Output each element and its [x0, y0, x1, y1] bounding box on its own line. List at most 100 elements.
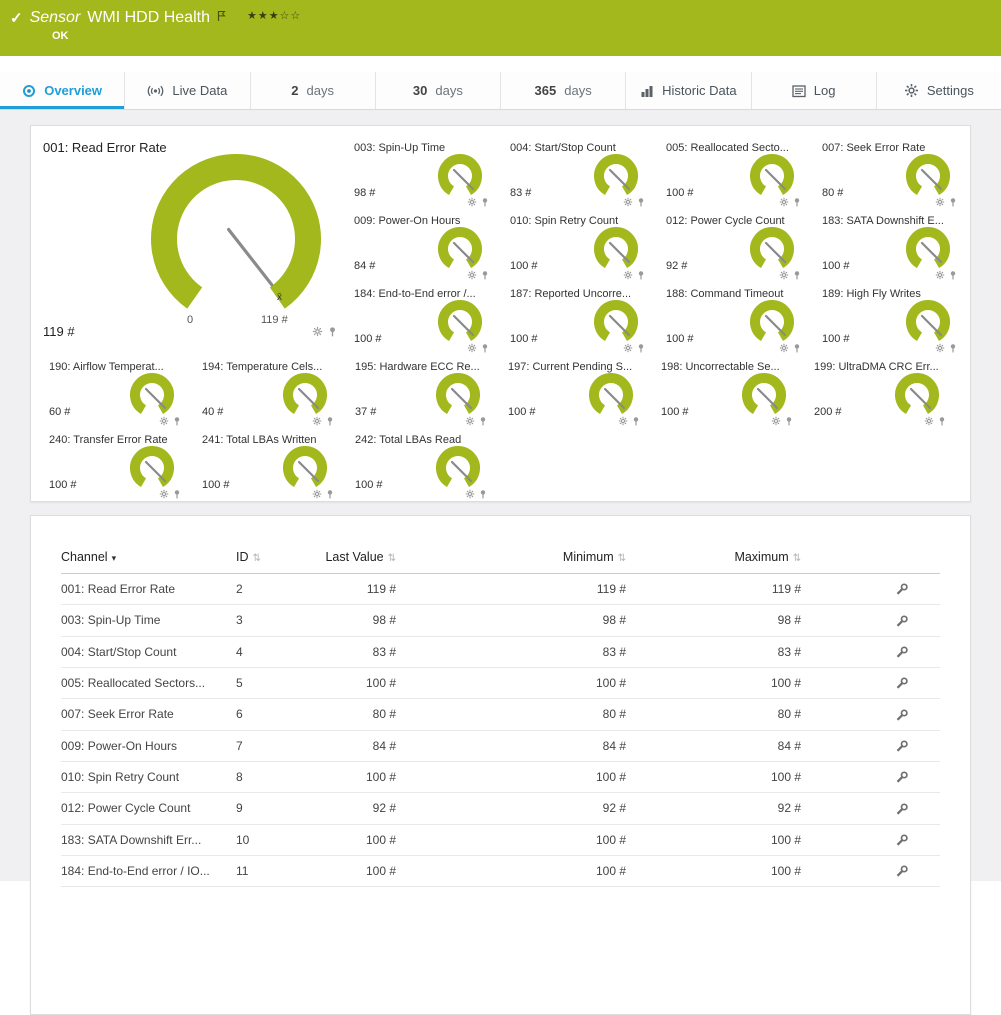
channel-name[interactable]: 012: Power Cycle Count	[61, 793, 236, 824]
channel-settings-icon[interactable]	[895, 803, 908, 816]
gauge-cell[interactable]: 198: Uncorrectable Se... 100 #	[653, 355, 806, 428]
gauge-settings-icon[interactable]	[924, 416, 934, 426]
gauge-cell[interactable]: 194: Temperature Cels... 40 #	[194, 355, 347, 428]
gauge-cell[interactable]: 241: Total LBAs Written 100 #	[194, 428, 347, 501]
gauge-pin-icon[interactable]	[631, 416, 641, 426]
gauge-pin-icon[interactable]	[636, 197, 646, 207]
gauge-pin-icon[interactable]	[478, 489, 488, 499]
tab-30-days[interactable]: 30 days	[375, 72, 500, 109]
gauge-cell[interactable]: 184: End-to-End error /... 100 #	[346, 282, 502, 355]
gauge-pin-icon[interactable]	[937, 416, 947, 426]
column-header-id[interactable]: ID⇅	[236, 550, 301, 574]
gauge-pin-icon[interactable]	[480, 343, 490, 353]
gauge-pin-icon[interactable]	[792, 197, 802, 207]
gauge-settings-icon[interactable]	[623, 270, 633, 280]
gauge-settings-icon[interactable]	[159, 416, 169, 426]
gauge-cell[interactable]: 190: Airflow Temperat... 60 #	[41, 355, 194, 428]
gauge-pin-icon[interactable]	[172, 416, 182, 426]
gauge-pin-icon[interactable]	[636, 270, 646, 280]
gauge-cell[interactable]: 012: Power Cycle Count 92 #	[658, 209, 814, 282]
gauge-settings-icon[interactable]	[623, 343, 633, 353]
gauge-cell[interactable]: 189: High Fly Writes 100 #	[814, 282, 970, 355]
channel-name[interactable]: 009: Power-On Hours	[61, 730, 236, 761]
channel-name[interactable]: 004: Start/Stop Count	[61, 636, 236, 667]
gauge-settings-icon[interactable]	[465, 416, 475, 426]
tab-log[interactable]: Log	[751, 72, 876, 109]
channel-settings-icon[interactable]	[895, 583, 908, 596]
gauge-pin-icon[interactable]	[636, 343, 646, 353]
flag-icon[interactable]	[217, 10, 226, 22]
gauge-settings-icon[interactable]	[467, 270, 477, 280]
tab-365-days[interactable]: 365 days	[500, 72, 625, 109]
gauge-cell[interactable]: 187: Reported Uncorre... 100 #	[502, 282, 658, 355]
channel-name[interactable]: 184: End-to-End error / IO...	[61, 855, 236, 886]
gauge-cell[interactable]: 005: Reallocated Secto... 100 #	[658, 136, 814, 209]
gauge-pin-icon[interactable]	[327, 326, 338, 337]
gauge-pin-icon[interactable]	[784, 416, 794, 426]
channel-settings-icon[interactable]	[895, 740, 908, 753]
gauge-cell[interactable]: 199: UltraDMA CRC Err... 200 #	[806, 355, 959, 428]
channel-name[interactable]: 003: Spin-Up Time	[61, 605, 236, 636]
gauge-pin-icon[interactable]	[792, 270, 802, 280]
gauge-settings-icon[interactable]	[159, 489, 169, 499]
gauge-pin-icon[interactable]	[948, 197, 958, 207]
gauge-read-error-rate[interactable]: 001: Read Error Rate 0 119 # x̄ 119 #	[31, 126, 346, 355]
gauge-settings-icon[interactable]	[779, 197, 789, 207]
gauge-settings-icon[interactable]	[935, 197, 945, 207]
gauge-cell[interactable]: 197: Current Pending S... 100 #	[500, 355, 653, 428]
gauge-settings-icon[interactable]	[623, 197, 633, 207]
gauge-cell[interactable]: 010: Spin Retry Count 100 #	[502, 209, 658, 282]
channel-settings-icon[interactable]	[895, 771, 908, 784]
gauge-settings-icon[interactable]	[312, 326, 323, 337]
channel-settings-icon[interactable]	[895, 834, 908, 847]
column-header-minimum[interactable]: Minimum⇅	[396, 550, 626, 574]
gauge-pin-icon[interactable]	[792, 343, 802, 353]
channel-name[interactable]: 007: Seek Error Rate	[61, 699, 236, 730]
gauge-pin-icon[interactable]	[325, 416, 335, 426]
column-header-last-value[interactable]: Last Value⇅	[301, 550, 396, 574]
gauge-pin-icon[interactable]	[480, 270, 490, 280]
gauge-settings-icon[interactable]	[312, 489, 322, 499]
gauge-cell[interactable]: 188: Command Timeout 100 #	[658, 282, 814, 355]
channel-name[interactable]: 010: Spin Retry Count	[61, 761, 236, 792]
gauge-pin-icon[interactable]	[948, 343, 958, 353]
gauge-cell[interactable]: 007: Seek Error Rate 80 #	[814, 136, 970, 209]
gauge-settings-icon[interactable]	[771, 416, 781, 426]
gauge-cell[interactable]: 009: Power-On Hours 84 #	[346, 209, 502, 282]
gauge-settings-icon[interactable]	[467, 343, 477, 353]
gauge-pin-icon[interactable]	[172, 489, 182, 499]
channel-settings-icon[interactable]	[895, 677, 908, 690]
gauge-settings-icon[interactable]	[312, 416, 322, 426]
gauge-settings-icon[interactable]	[935, 343, 945, 353]
gauge-cell[interactable]: 183: SATA Downshift E... 100 #	[814, 209, 970, 282]
gauge-settings-icon[interactable]	[618, 416, 628, 426]
column-header-maximum[interactable]: Maximum⇅	[626, 550, 801, 574]
channel-settings-icon[interactable]	[895, 709, 908, 722]
tab-settings[interactable]: Settings	[876, 72, 1001, 109]
gauge-cell[interactable]: 004: Start/Stop Count 83 #	[502, 136, 658, 209]
gauge-settings-icon[interactable]	[467, 197, 477, 207]
tab-2-days[interactable]: 2 days	[250, 72, 375, 109]
gauge-pin-icon[interactable]	[325, 489, 335, 499]
gauge-settings-icon[interactable]	[465, 489, 475, 499]
gauge-cell[interactable]: 240: Transfer Error Rate 100 #	[41, 428, 194, 501]
gauge-cell[interactable]: 195: Hardware ECC Re... 37 #	[347, 355, 500, 428]
column-header-channel[interactable]: Channel▾	[61, 550, 236, 574]
gauge-settings-icon[interactable]	[779, 343, 789, 353]
tab-live-data[interactable]: Live Data	[124, 72, 249, 109]
gauge-pin-icon[interactable]	[480, 197, 490, 207]
gauge-cell[interactable]: 242: Total LBAs Read 100 #	[347, 428, 500, 501]
channel-name[interactable]: 005: Reallocated Sectors...	[61, 667, 236, 698]
gauge-pin-icon[interactable]	[948, 270, 958, 280]
channel-settings-icon[interactable]	[895, 646, 908, 659]
tab-historic-data[interactable]: Historic Data	[625, 72, 750, 109]
tab-overview[interactable]: Overview	[0, 72, 124, 109]
gauge-settings-icon[interactable]	[935, 270, 945, 280]
gauge-pin-icon[interactable]	[478, 416, 488, 426]
channel-settings-icon[interactable]	[895, 865, 908, 878]
channel-name[interactable]: 001: Read Error Rate	[61, 574, 236, 605]
gauge-settings-icon[interactable]	[779, 270, 789, 280]
channel-settings-icon[interactable]	[895, 615, 908, 628]
priority-stars[interactable]: ★★★☆☆	[247, 9, 301, 22]
gauge-cell[interactable]: 003: Spin-Up Time 98 #	[346, 136, 502, 209]
